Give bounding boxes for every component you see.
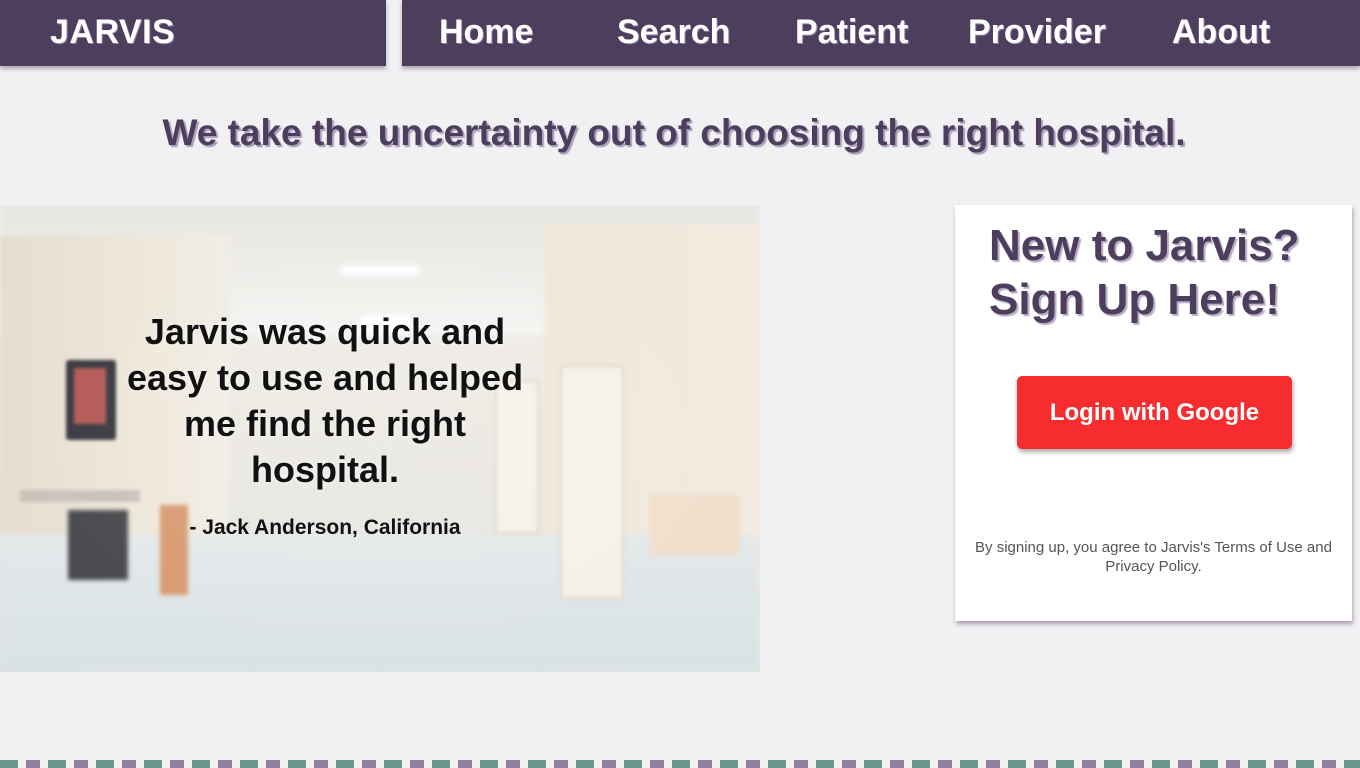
nav-search[interactable]: Search — [617, 13, 730, 52]
nav-about[interactable]: About — [1172, 13, 1270, 52]
nav-patient[interactable]: Patient — [795, 13, 908, 52]
nav-home[interactable]: Home — [439, 13, 533, 52]
signup-card: New to Jarvis? Sign Up Here! Login with … — [955, 205, 1352, 621]
brand-bar: JARVIS — [0, 0, 386, 66]
bottom-decorative-strip — [0, 760, 1360, 768]
page-headline: We take the uncertainty out of choosing … — [162, 112, 1186, 153]
nav-provider[interactable]: Provider — [968, 13, 1106, 52]
brand-logo[interactable]: JARVIS — [50, 13, 175, 52]
hero-image: Jarvis was quick and easy to use and hel… — [0, 205, 760, 672]
signup-title: New to Jarvis? Sign Up Here! — [989, 221, 1300, 324]
terms-text: By signing up, you agree to Jarvis's Ter… — [975, 539, 1332, 575]
testimonial-quote: Jarvis was quick and easy to use and hel… — [126, 311, 524, 490]
login-with-google-button[interactable]: Login with Google — [1017, 376, 1292, 449]
page: JARVIS Home Search Patient Provider Abou… — [0, 0, 1360, 768]
testimonial-attribution: - Jack Anderson, California — [189, 516, 461, 539]
nav-bar: Home Search Patient Provider About — [402, 0, 1360, 66]
